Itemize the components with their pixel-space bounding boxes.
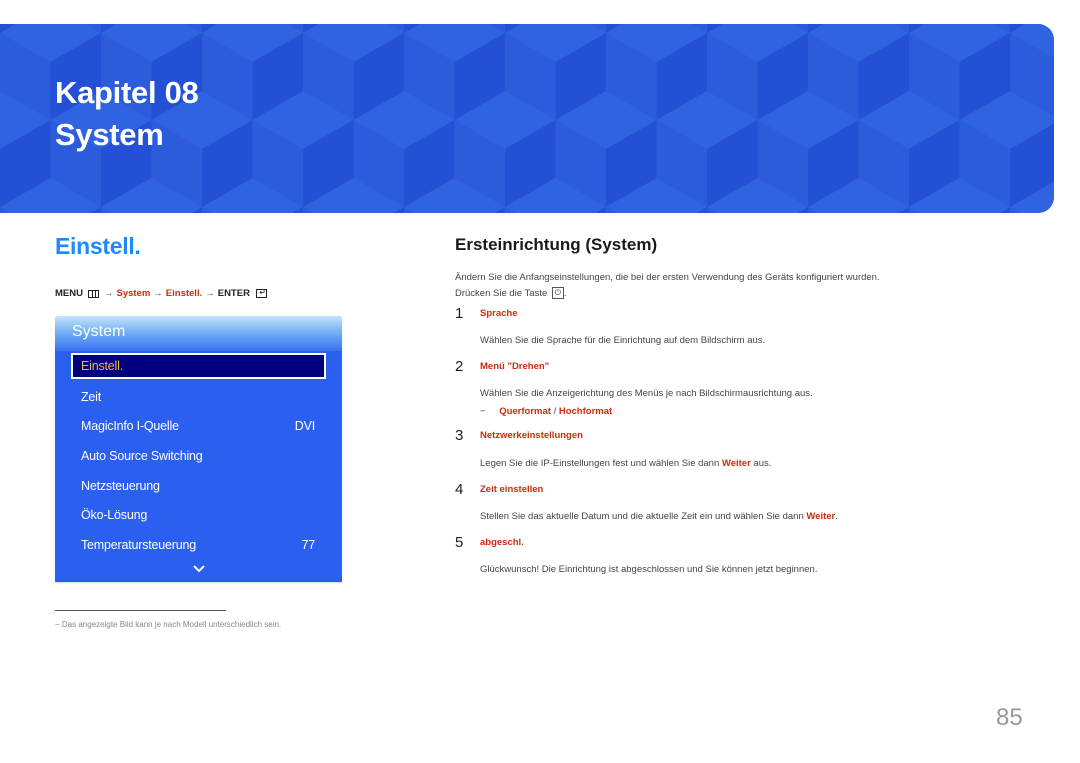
osd-item-label: Netzsteuerung (81, 479, 160, 493)
menu-icon (87, 289, 99, 298)
footnote: − Das angezeigte Bild kann je nach Model… (55, 620, 281, 629)
option-separator: / (550, 406, 559, 417)
step-number: 5 (455, 534, 464, 551)
footnote-text: Das angezeigte Bild kann je nach Modell … (61, 620, 282, 629)
osd-header: System (55, 316, 342, 351)
chapter-number: Kapitel 08 (55, 75, 199, 110)
menu-path-breadcrumb: MENU → System → Einstell. → ENTER ↵ (55, 288, 267, 299)
chevron-down-icon[interactable] (192, 564, 206, 574)
chapter-title: System (55, 117, 164, 152)
step-title-netzwerkeinstellungen: Netzwerkeinstellungen (480, 430, 583, 441)
section-title: Einstell. (55, 233, 141, 259)
footnote-divider (55, 610, 226, 611)
option-querformat: Querformat (499, 406, 551, 417)
step-description: Wählen Sie die Anzeigerichtung des Menüs… (480, 388, 813, 399)
osd-item-temperatursteuerung[interactable]: Temperatursteuerung 77 (71, 532, 326, 558)
intro-line-2: Drücken Sie die Taste ⏻. (455, 287, 567, 300)
step-description: Glückwunsch! Die Einrichtung ist abgesch… (480, 564, 818, 575)
subsection-title: Ersteinrichtung (System) (455, 235, 658, 254)
step-number: 4 (455, 481, 464, 498)
osd-item-label: Zeit (81, 390, 102, 404)
osd-item-label: Temperatursteuerung (81, 538, 197, 552)
osd-item-netzsteuerung[interactable]: Netzsteuerung (71, 473, 326, 499)
step-description: Stellen Sie das aktuelle Datum und die a… (480, 511, 838, 522)
intro-line-1: Ändern Sie die Anfangseinstellungen, die… (455, 272, 880, 283)
osd-item-einstell[interactable]: Einstell. (71, 353, 326, 379)
osd-item-label: MagicInfo I-Quelle (81, 419, 179, 433)
step-title-zeit-einstellen: Zeit einstellen (480, 484, 544, 495)
page-number: 85 (996, 704, 1023, 731)
step-number: 2 (455, 358, 464, 375)
menu-path-system: System (116, 288, 151, 299)
arrow-icon: → (205, 288, 215, 299)
option-hochformat: Hochformat (558, 406, 613, 417)
osd-item-oko-losung[interactable]: Öko-Lösung (71, 502, 326, 528)
step-number: 1 (455, 305, 464, 322)
osd-item-label: Einstell. (81, 359, 123, 373)
osd-item-label: Auto Source Switching (81, 449, 203, 463)
step-title-menu-drehen: Menü "Drehen" (480, 361, 550, 372)
arrow-icon: → (153, 288, 163, 299)
step-title-sprache: Sprache (480, 308, 518, 319)
step-options: − Querformat / Hochformat (480, 405, 612, 419)
step-description: Wählen Sie die Sprache für die Einrichtu… (480, 335, 766, 346)
osd-system-menu: System Einstell. Zeit MagicInfo I-Quelle… (55, 316, 342, 582)
osd-item-label: Öko-Lösung (81, 508, 148, 522)
menu-path-einstell: Einstell. (165, 288, 203, 299)
footnote-dash: − (55, 620, 60, 629)
osd-item-value: DVI (294, 419, 315, 433)
chapter-heading: Kapitel 08 System (55, 72, 199, 156)
step-description: Legen Sie die IP-Einstellungen fest und … (480, 458, 772, 469)
weiter-keyword: Weiter (806, 511, 836, 522)
chapter-banner: Kapitel 08 System (0, 24, 1054, 213)
osd-item-auto-source-switching[interactable]: Auto Source Switching (71, 443, 326, 469)
enter-icon: ↵ (255, 289, 267, 298)
menu-label: MENU (55, 288, 83, 299)
osd-header-title: System (72, 323, 126, 340)
intro-paragraph: Ändern Sie die Anfangseinstellungen, die… (455, 270, 925, 302)
step-number: 3 (455, 427, 464, 444)
step-title-abgeschl: abgeschl. (480, 537, 524, 548)
osd-item-zeit[interactable]: Zeit (71, 384, 326, 410)
osd-item-value: 77 (301, 538, 315, 552)
arrow-icon: → (103, 288, 114, 299)
option-dash: − (480, 406, 486, 417)
weiter-keyword: Weiter (721, 458, 751, 469)
osd-item-magicinfo-quelle[interactable]: MagicInfo I-Quelle DVI (71, 413, 326, 439)
power-icon: ⏻ (551, 287, 564, 300)
enter-label: ENTER (217, 288, 250, 299)
